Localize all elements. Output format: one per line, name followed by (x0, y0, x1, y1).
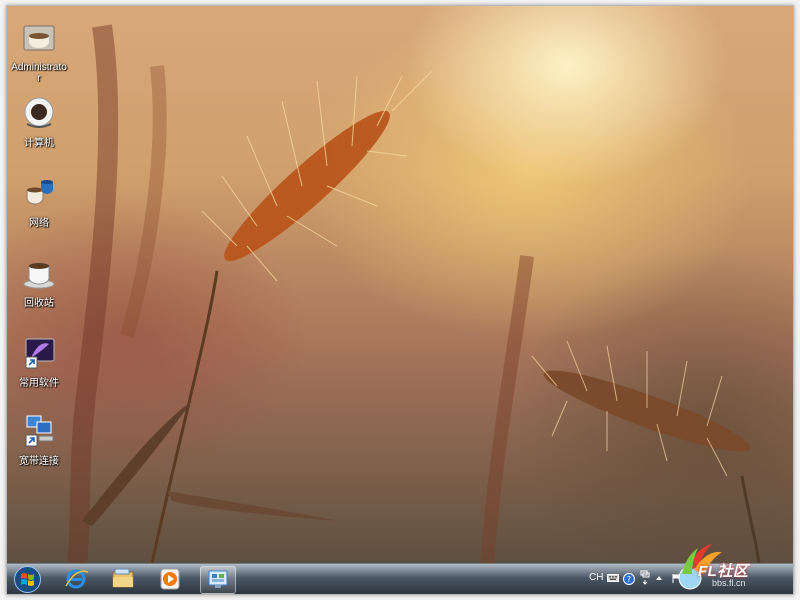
notification-icon[interactable] (640, 570, 650, 586)
wallpaper (67, 24, 761, 563)
keyboard-icon[interactable] (607, 573, 619, 583)
expand-arrow-icon[interactable] (655, 574, 663, 582)
blurred-stalk-left-2 (120, 65, 167, 338)
grass-leaf-1 (167, 491, 339, 521)
desktop-icon-network[interactable]: 网络 (11, 176, 67, 229)
watermark-url: bbs.fl.cn (712, 578, 746, 588)
file-explorer-icon (112, 568, 134, 588)
broadband-connection-icon (25, 415, 54, 447)
desktop-icon-recycle-bin[interactable]: 回收站 (11, 256, 67, 309)
taskbar-ie[interactable] (59, 566, 93, 592)
desktop-icon-label: 网络 (29, 218, 49, 229)
taskbar-media-player[interactable] (153, 566, 187, 592)
taskbar-control-panel[interactable] (200, 566, 236, 594)
grass-head-main (224, 110, 390, 262)
computer-icon (24, 97, 54, 128)
desktop-icon-computer[interactable]: 计算机 (11, 96, 67, 149)
desktop-icon-label: 宽带连接 (19, 456, 59, 467)
media-player-icon (160, 568, 180, 590)
taskbar-explorer[interactable] (106, 566, 140, 592)
blurred-stalk-left (67, 24, 119, 563)
recycle-bin-icon (23, 263, 55, 289)
svg-text:?: ? (627, 575, 631, 584)
control-panel-icon (208, 570, 228, 588)
blurred-stalk-right (480, 255, 534, 563)
network-icon (26, 180, 53, 205)
desktop-icon-label: Administrator (11, 62, 67, 84)
desktop-icon-label: 常用软件 (19, 378, 59, 389)
help-icon[interactable]: ? (623, 573, 635, 585)
start-orb-icon[interactable] (13, 565, 42, 594)
desktop-icon-software[interactable]: 常用软件 (11, 336, 67, 389)
software-shortcut-icon (25, 338, 55, 369)
desktop-icon-label: 回收站 (24, 298, 54, 309)
language-indicator[interactable]: CH (589, 572, 603, 583)
desktop-window: Administrator 计算机 网络 回收站 常用软件 宽带连接 CH ? (6, 5, 794, 595)
desktop-icon-broadband[interactable]: 宽带连接 (11, 414, 67, 467)
internet-explorer-icon (65, 569, 89, 589)
desktop-icon-label: 计算机 (24, 138, 54, 149)
grass-stem-main (150, 270, 219, 563)
user-folder-icon (23, 25, 55, 51)
desktop[interactable]: Administrator 计算机 网络 回收站 常用软件 宽带连接 (7, 6, 793, 563)
desktop-icon-administrator[interactable]: Administrator (11, 20, 67, 84)
